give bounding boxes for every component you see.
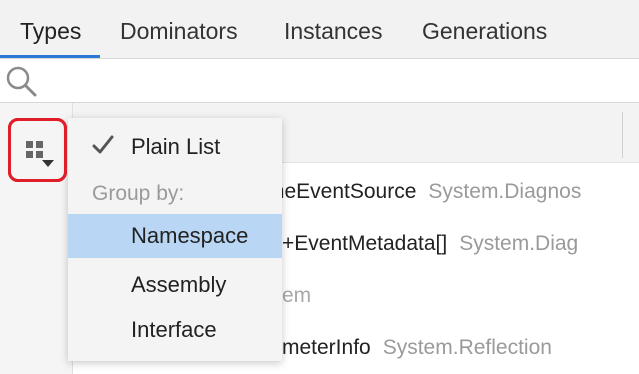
type-name: meterInfo: [282, 336, 371, 359]
type-namespace: System.Diag: [459, 232, 579, 255]
menu-item-label: Assembly: [131, 272, 227, 297]
menu-item-label: Interface: [131, 317, 217, 342]
column-divider[interactable]: [622, 112, 623, 158]
memory-profiler-view: Types Dominators Instances Generations m…: [0, 0, 639, 374]
tab-bar: Types Dominators Instances Generations: [0, 0, 639, 59]
menu-item-assembly[interactable]: Assembly: [68, 263, 282, 307]
group-by-toggle-button[interactable]: [8, 118, 67, 182]
type-name: +EventMetadata[]: [282, 232, 448, 255]
group-by-caption: Group by:: [92, 182, 185, 205]
menu-item-label: Plain List: [131, 134, 221, 159]
menu-item-namespace[interactable]: Namespace: [68, 214, 282, 258]
tab-dominators[interactable]: Dominators: [120, 0, 238, 58]
search-icon: [6, 66, 37, 97]
type-namespace: System.Diagnos: [428, 180, 582, 203]
menu-item-label: Namespace: [131, 223, 249, 248]
type-name: em: [282, 284, 312, 307]
chevron-down-icon: [42, 160, 54, 167]
tab-instances[interactable]: Instances: [284, 0, 382, 58]
tab-types[interactable]: Types: [20, 0, 81, 58]
search-input[interactable]: [42, 62, 636, 100]
type-name: meEventSource: [267, 180, 417, 203]
checkmark-icon: [92, 135, 114, 154]
type-namespace: System.Reflection: [382, 336, 552, 359]
tab-generations[interactable]: Generations: [422, 0, 547, 58]
menu-item-interface[interactable]: Interface: [68, 308, 282, 352]
menu-item-plain-list[interactable]: Plain List: [68, 125, 282, 169]
active-tab-indicator: [0, 55, 100, 58]
